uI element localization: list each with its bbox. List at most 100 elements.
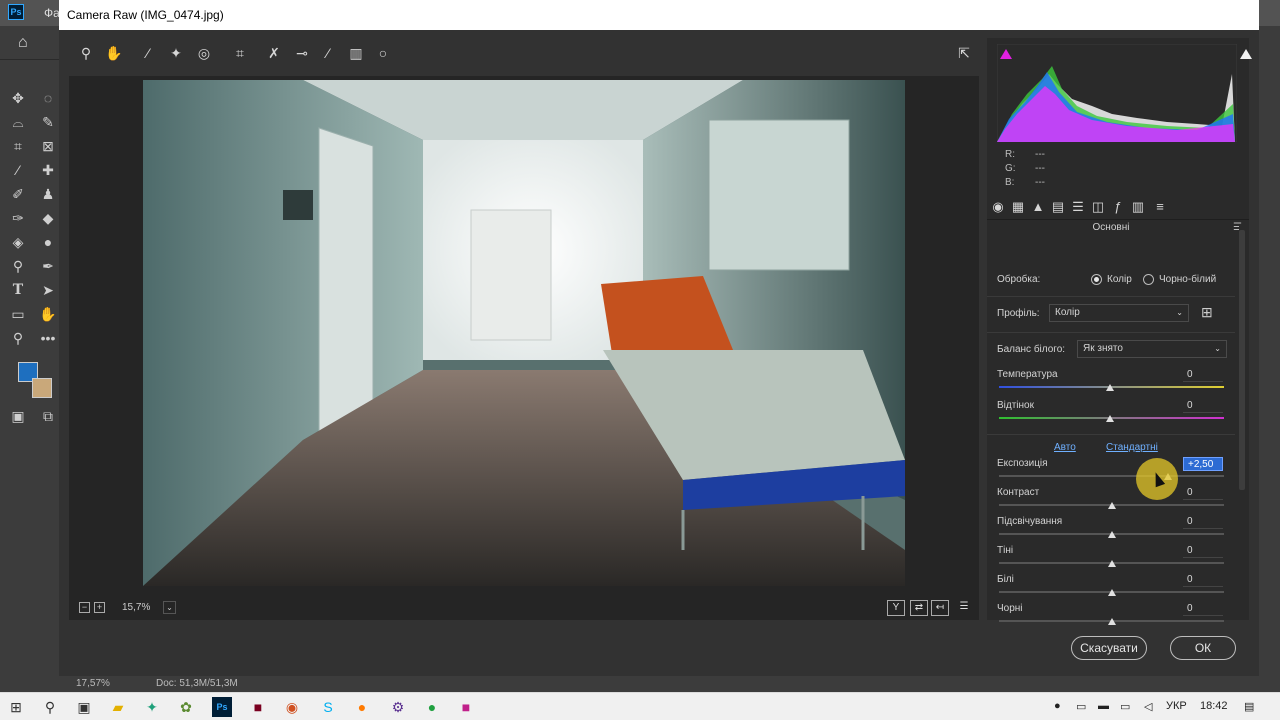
tray-volume-icon[interactable]: ◁ [1144, 700, 1152, 713]
zoom-out-button[interactable]: − [79, 602, 90, 613]
adjustment-brush-icon[interactable]: ⁄ [317, 42, 339, 64]
app-icon[interactable]: ✿ [176, 697, 196, 717]
preview-area[interactable] [69, 76, 979, 620]
auto-button[interactable]: Авто [1054, 442, 1076, 453]
slider-value-field[interactable]: 0 [1183, 602, 1223, 616]
targeted-adjustment-icon[interactable]: ◎ [193, 42, 215, 64]
zoom-in-button[interactable]: + [94, 602, 105, 613]
firefox-icon[interactable]: ● [352, 697, 372, 717]
path-selection-tool-icon[interactable]: ➤ [38, 280, 58, 300]
history-brush-tool-icon[interactable]: ✑ [8, 208, 28, 228]
cancel-button[interactable]: Скасувати [1071, 636, 1147, 660]
red-eye-icon[interactable]: ⊸ [291, 42, 313, 64]
zoom-tool-icon[interactable]: ⚲ [8, 328, 28, 348]
tray-flag-icon[interactable]: ▬ [1098, 700, 1109, 712]
rectangle-tool-icon[interactable]: ▭ [8, 304, 28, 324]
slider-value-field[interactable]: 0 [1183, 486, 1223, 500]
clock[interactable]: 18:42 [1200, 700, 1228, 712]
app-icon[interactable]: ■ [456, 697, 476, 717]
app-icon[interactable]: ● [422, 697, 442, 717]
tray-network-icon[interactable]: ▭ [1076, 700, 1086, 713]
app-icon[interactable]: ■ [248, 697, 268, 717]
tab-lens-icon[interactable]: ◫ [1089, 198, 1107, 216]
background-color-swatch[interactable] [32, 378, 52, 398]
hand-tool-icon[interactable]: ✋ [38, 304, 58, 324]
treatment-bw-radio[interactable] [1143, 274, 1154, 285]
radial-filter-icon[interactable]: ○ [372, 42, 394, 64]
treatment-color-radio[interactable] [1091, 274, 1102, 285]
dodge-tool-icon[interactable]: ⚲ [8, 256, 28, 276]
copy-settings-icon[interactable]: ↤ [931, 600, 949, 616]
color-sampler-icon[interactable]: ✦ [165, 42, 187, 64]
tab-basic-icon[interactable]: ◉ [989, 198, 1007, 216]
ok-button[interactable]: ОК [1170, 636, 1236, 660]
windows-start-icon[interactable]: ⊞ [6, 697, 26, 717]
profile-browser-icon[interactable]: ⊞ [1201, 304, 1221, 320]
input-language[interactable]: УКР [1166, 700, 1187, 712]
menu-item-file[interactable]: Фа [44, 6, 60, 20]
slider-thumb[interactable] [1107, 589, 1116, 596]
tab-tone-curve-icon[interactable]: ▦ [1009, 198, 1027, 216]
toggle-fullscreen-icon[interactable]: ⇱ [953, 42, 975, 64]
slider-value-field[interactable]: 0 [1183, 515, 1223, 529]
graduated-filter-icon[interactable]: ▥ [345, 42, 367, 64]
frame-tool-icon[interactable]: ⊠ [38, 136, 58, 156]
photoshop-taskbar-icon[interactable]: Ps [212, 697, 232, 717]
screen-mode-icon[interactable]: ⧉ [38, 406, 58, 426]
slider-thumb[interactable] [1107, 560, 1116, 567]
tab-hsl-icon[interactable]: ▤ [1049, 198, 1067, 216]
tab-presets-icon[interactable]: ≡ [1151, 198, 1169, 216]
tab-detail-icon[interactable]: ▲ [1029, 198, 1047, 216]
treatment-bw-label[interactable]: Чорно-білий [1159, 274, 1216, 285]
tab-split-toning-icon[interactable]: ☰ [1069, 198, 1087, 216]
zoom-icon[interactable]: ⚲ [75, 42, 97, 64]
tab-calibration-icon[interactable]: ▥ [1129, 198, 1147, 216]
slider-thumb[interactable] [1107, 531, 1116, 538]
slider-thumb[interactable] [1107, 618, 1116, 625]
more-tools-icon[interactable]: ••• [38, 328, 58, 348]
skype-icon[interactable]: S [318, 697, 338, 717]
quick-mask-icon[interactable]: ▣ [8, 406, 28, 426]
notifications-icon[interactable]: ▤ [1244, 700, 1254, 713]
slider-track[interactable] [999, 475, 1224, 477]
before-after-view-icon[interactable]: Y [887, 600, 905, 616]
eyedropper-tool-icon[interactable]: ⁄ [8, 160, 28, 180]
profile-dropdown[interactable]: Колір ⌄ [1049, 304, 1189, 322]
tint-slider-thumb[interactable] [1106, 415, 1114, 422]
slider-value-field[interactable]: 0 [1183, 573, 1223, 587]
swap-settings-icon[interactable]: ⇄ [910, 600, 928, 616]
marquee-tool-icon[interactable]: ◌ [38, 88, 58, 108]
move-tool-icon[interactable]: ✥ [8, 88, 28, 108]
slider-thumb[interactable] [1107, 502, 1116, 509]
panel-scrollbar[interactable] [1239, 226, 1245, 618]
white-balance-icon[interactable]: ⁄ [137, 42, 159, 64]
panel-scrollbar-thumb[interactable] [1239, 230, 1245, 490]
brush-tool-icon[interactable]: ✐ [8, 184, 28, 204]
eraser-tool-icon[interactable]: ◆ [38, 208, 58, 228]
white-balance-dropdown[interactable]: Як знято ⌄ [1077, 340, 1227, 358]
app-icon[interactable]: ✦ [142, 697, 162, 717]
treatment-color-label[interactable]: Колір [1107, 274, 1132, 285]
home-icon[interactable]: ⌂ [18, 34, 28, 52]
slider-value-field[interactable]: +2,50 [1183, 457, 1223, 471]
tint-value[interactable]: 0 [1183, 399, 1223, 413]
task-view-icon[interactable]: ▣ [74, 697, 94, 717]
paint-bucket-tool-icon[interactable]: ◈ [8, 232, 28, 252]
crop-icon[interactable]: ⌗ [229, 42, 251, 64]
tab-effects-icon[interactable]: ƒ [1109, 198, 1127, 216]
blur-tool-icon[interactable]: ● [38, 232, 58, 252]
lasso-tool-icon[interactable]: ⌓ [8, 112, 28, 132]
crop-tool-icon[interactable]: ⌗ [8, 136, 28, 156]
shadow-clipping-icon[interactable] [1000, 48, 1012, 60]
highlight-clipping-icon[interactable] [1240, 48, 1252, 60]
hand-icon[interactable]: ✋ [103, 42, 125, 64]
preview-preferences-icon[interactable]: ☰ [955, 600, 973, 616]
app-icon[interactable]: ◉ [282, 697, 302, 717]
file-explorer-icon[interactable]: ▰ [108, 697, 128, 717]
type-tool-icon[interactable]: T [8, 280, 28, 300]
search-icon[interactable]: ⚲ [40, 697, 60, 717]
clone-stamp-tool-icon[interactable]: ♟ [38, 184, 58, 204]
temperature-value[interactable]: 0 [1183, 368, 1223, 382]
app-icon[interactable]: ⚙ [388, 697, 408, 717]
temperature-slider-thumb[interactable] [1106, 384, 1114, 391]
